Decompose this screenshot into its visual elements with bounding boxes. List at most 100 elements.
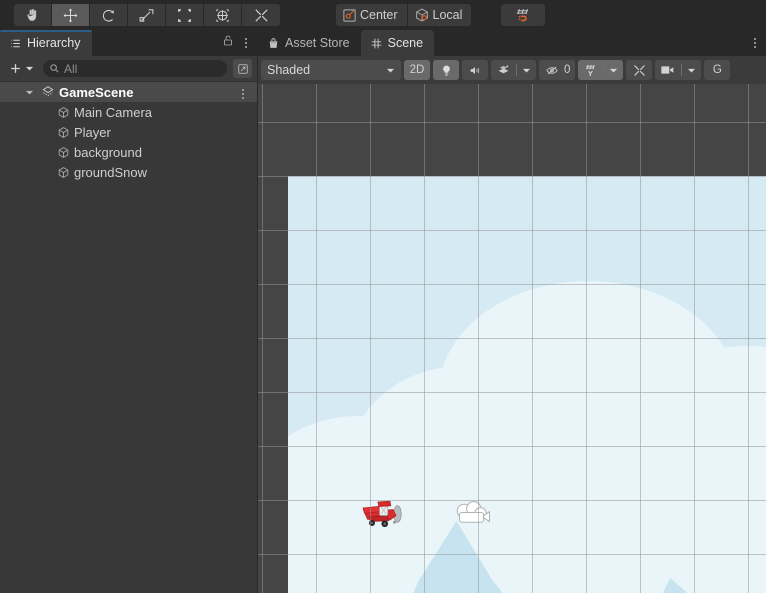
hierarchy-item-player[interactable]: Player (0, 122, 257, 142)
add-gameobject-button[interactable] (5, 61, 37, 76)
expand-arrow-icon[interactable] (25, 88, 34, 97)
search-input[interactable] (64, 61, 221, 76)
hidden-objects-button[interactable]: 0 (539, 60, 576, 80)
gizmos-button[interactable]: G (704, 60, 731, 80)
speaker-icon (470, 66, 480, 74)
scene-viewport[interactable] (258, 84, 766, 593)
kebab-menu-icon (754, 38, 756, 40)
main-toolbar: Center Local (0, 0, 766, 30)
grid-snapping-button[interactable] (501, 4, 546, 26)
gameobject-cube-icon (58, 166, 68, 178)
transform-icon (216, 8, 229, 22)
tab-scene-label: Scene (387, 36, 424, 50)
eye-slash-icon (546, 66, 558, 74)
rotate-tool-button[interactable] (90, 4, 128, 26)
scale-icon (139, 8, 154, 22)
search-icon (50, 64, 59, 73)
hierarchy-item-background[interactable]: background (0, 142, 257, 162)
toggle-lighting-button[interactable] (433, 60, 459, 80)
grid-snap-icon (516, 8, 528, 21)
scene-camera-group (655, 60, 702, 80)
hierarchy-row-menu-button[interactable] (238, 86, 248, 102)
scene-camera-button[interactable] (655, 60, 681, 80)
scene-menu-button[interactable] (750, 35, 760, 51)
move-tool-button[interactable] (52, 4, 90, 26)
kebab-menu-icon (245, 38, 247, 40)
hierarchy-item-gamescene[interactable]: GameScene (0, 82, 257, 102)
draw-mode-dropdown[interactable]: Shaded (261, 60, 401, 80)
pivot-mode-button[interactable]: Center (336, 4, 408, 26)
gameobject-cube-icon (53, 146, 73, 159)
camera-dropdown-button[interactable] (682, 60, 701, 80)
scene-icon (42, 86, 54, 97)
gameobject-cube-icon (58, 126, 68, 138)
scene-panel: Asset Store Scene Shaded 2D 0 G (258, 30, 766, 593)
hierarchy-toolbar (0, 56, 257, 82)
chevron-down-icon (25, 66, 34, 71)
scene-tabstrip: Asset Store Scene (258, 30, 766, 56)
lock-panel-button[interactable] (217, 31, 239, 55)
transform-tool-button[interactable] (204, 4, 242, 26)
fx-dropdown-button[interactable] (517, 60, 536, 80)
hierarchy-menu-button[interactable] (241, 35, 251, 51)
hierarchy-panel: Hierarchy All GameScene Main Camera Play… (0, 30, 257, 593)
chevron-down-icon (688, 68, 696, 72)
gameobject-cube-icon (53, 106, 73, 119)
scene-camera-icon (661, 66, 674, 74)
main-camera-gizmo[interactable] (453, 499, 493, 529)
hierarchy-item-groundsnow[interactable]: groundSnow (0, 162, 257, 182)
gameobject-cube-icon (58, 106, 68, 118)
scene-tools-button[interactable] (626, 60, 653, 80)
gameobject-cube-icon (58, 146, 68, 158)
toggle-audio-button[interactable] (462, 60, 488, 80)
gizmos-label: G (712, 64, 722, 76)
hand-tool-button[interactable] (14, 4, 52, 26)
indent-spacer (0, 88, 38, 97)
rect-tool-button[interactable] (166, 4, 204, 26)
scale-tool-button[interactable] (128, 4, 166, 26)
tab-scene[interactable]: Scene (360, 30, 435, 56)
pivot-center-icon (343, 8, 356, 22)
hidden-objects-count: 0 (564, 64, 571, 76)
grid-dropdown-button[interactable] (604, 60, 623, 80)
scene-view-toolbar: Shaded 2D 0 G (258, 56, 766, 84)
hierarchy-item-main-camera[interactable]: Main Camera (0, 102, 257, 122)
lock-open-icon (224, 35, 232, 46)
unity-editor-window: Center Local Hierarchy All GameScene Mai… (0, 0, 766, 593)
plus-icon (11, 64, 20, 73)
scene-grid-group (578, 60, 624, 80)
hierarchy-item-label: GameScene (59, 84, 134, 100)
grid-line-vertical (262, 84, 263, 593)
player-plane-sprite[interactable] (360, 496, 408, 532)
hierarchy-item-label: Main Camera (74, 104, 153, 120)
chevron-down-icon (522, 68, 531, 72)
gameobject-cube-icon (53, 126, 73, 139)
chevron-down-icon (610, 68, 618, 72)
handle-space-label: Local (432, 8, 463, 22)
lightbulb-icon (442, 65, 450, 76)
expand-search-button[interactable] (233, 59, 252, 78)
pivot-mode-label: Center (360, 8, 398, 22)
tab-asset-store[interactable]: Asset Store (258, 30, 361, 56)
grid-line-horizontal (258, 122, 766, 123)
custom-tool-button[interactable] (242, 4, 280, 26)
toggle-grid-button[interactable] (578, 60, 603, 80)
handle-space-button[interactable]: Local (407, 4, 472, 26)
toggle-2d-button[interactable]: 2D (404, 60, 430, 80)
scene-tools-icon (633, 64, 645, 76)
rect-icon (178, 8, 191, 22)
tab-asset-store-label: Asset Store (285, 36, 350, 50)
pivot-handle-group: Center Local (336, 4, 472, 26)
mode-2d-label: 2D (409, 64, 425, 76)
hand-icon (27, 8, 37, 21)
handle-local-icon (415, 8, 428, 22)
asset-store-icon (269, 37, 278, 48)
tab-hierarchy[interactable]: Hierarchy (0, 30, 92, 56)
toggle-fx-button[interactable] (491, 60, 516, 80)
tab-hierarchy-label: Hierarchy (27, 36, 81, 50)
scene-fx-group (491, 60, 536, 80)
grid-axis-y-icon (586, 64, 596, 76)
expand-panel-icon (237, 63, 248, 74)
scene-icon (38, 85, 58, 99)
hierarchy-search[interactable] (43, 60, 227, 77)
